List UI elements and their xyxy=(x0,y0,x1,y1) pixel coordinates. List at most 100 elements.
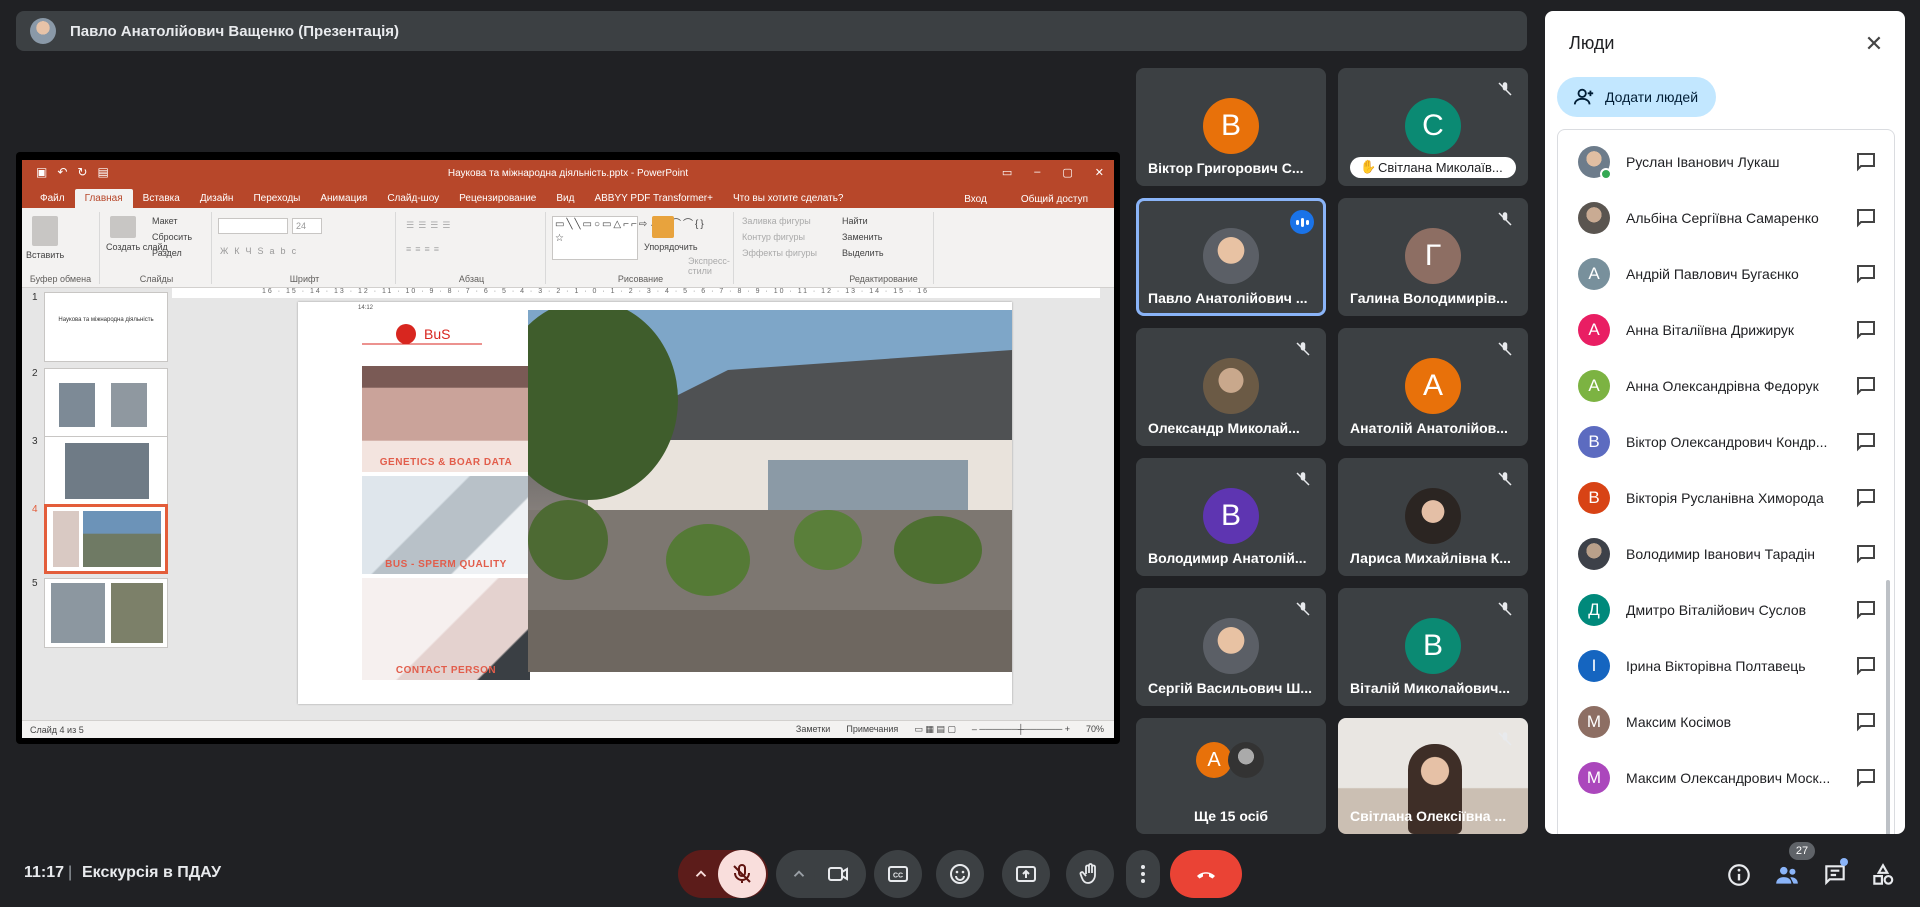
shapes-gallery[interactable]: ▭╲╲▭○▭△⌐⌐⇨⇩▭⌒⌒{}☆ xyxy=(552,216,704,260)
participant-tile[interactable]: В Володимир Анатолій... xyxy=(1136,458,1326,576)
tab-insert[interactable]: Вставка xyxy=(133,189,190,208)
present-screen-button[interactable] xyxy=(1002,850,1050,898)
chat-icon[interactable] xyxy=(1854,598,1878,622)
slide-thumbnail-3[interactable] xyxy=(44,436,168,506)
list-item[interactable]: В Вікторія Русланівна Химорода xyxy=(1558,470,1894,526)
verified-badge-icon xyxy=(1600,168,1612,180)
tab-slideshow[interactable]: Слайд-шоу xyxy=(377,189,449,208)
participant-tile[interactable]: Олександр Миколай... xyxy=(1136,328,1326,446)
list-item[interactable]: Володимир Іванович Тарадін xyxy=(1558,526,1894,582)
minimize-icon[interactable]: – xyxy=(1034,166,1040,179)
participant-tile-speaking[interactable]: Павло Анатолійович ... xyxy=(1136,198,1326,316)
add-people-button[interactable]: Додати людей xyxy=(1557,77,1717,117)
chat-icon[interactable] xyxy=(1854,150,1878,174)
tab-design[interactable]: Дизайн xyxy=(190,189,244,208)
comments-button[interactable]: Примечания xyxy=(846,724,898,735)
list-item[interactable]: А Анна Віталіївна Дрижирук xyxy=(1558,302,1894,358)
list-item[interactable]: М Максим Косімов xyxy=(1558,694,1894,750)
chat-icon[interactable] xyxy=(1854,374,1878,398)
more-options-button[interactable] xyxy=(1126,850,1160,898)
participant-tile[interactable]: Сергій Васильович Ш... xyxy=(1136,588,1326,706)
people-icon[interactable] xyxy=(1774,862,1800,888)
effects-button[interactable]: Эффекты фигуры xyxy=(742,248,817,258)
list-item[interactable]: Руслан Іванович Лукаш xyxy=(1558,134,1894,190)
tell-me-search[interactable]: Что вы хотите сделать? xyxy=(723,189,854,208)
chat-icon[interactable] xyxy=(1854,654,1878,678)
raise-hand-button[interactable] xyxy=(1066,850,1114,898)
arrange-icon[interactable] xyxy=(652,216,674,238)
tab-abbyy[interactable]: ABBYY PDF Transformer+ xyxy=(584,189,722,208)
activities-icon[interactable] xyxy=(1870,862,1896,888)
leave-call-button[interactable] xyxy=(1170,850,1242,898)
slide-thumbnail-2[interactable] xyxy=(44,368,168,438)
replace-button[interactable]: Заменить xyxy=(842,232,882,242)
chat-icon[interactable] xyxy=(1854,766,1878,790)
list-item[interactable]: А Андрій Павлович Бугаєнко xyxy=(1558,246,1894,302)
notes-button[interactable]: Заметки xyxy=(796,724,830,735)
list-item[interactable]: М Максим Олександрович Моск... xyxy=(1558,750,1894,806)
more-participants-tile[interactable]: А Ще 15 осіб xyxy=(1136,718,1326,834)
info-icon[interactable] xyxy=(1726,862,1752,888)
chat-icon[interactable] xyxy=(1854,318,1878,342)
tab-home[interactable]: Главная xyxy=(74,189,133,208)
chat-icon[interactable] xyxy=(1854,710,1878,734)
new-slide-icon[interactable] xyxy=(110,216,136,238)
slide-thumbnail-4[interactable] xyxy=(44,504,168,574)
chat-icon[interactable] xyxy=(1854,542,1878,566)
participant-tile[interactable]: Г Галина Володимирів... xyxy=(1338,198,1528,316)
participant-tile[interactable]: С Світлана Миколаїв... ✋ xyxy=(1338,68,1528,186)
close-icon[interactable]: ✕ xyxy=(1861,31,1887,57)
list-item[interactable]: Альбіна Сергіївна Самаренко xyxy=(1558,190,1894,246)
tab-file[interactable]: Файл xyxy=(30,189,75,208)
mic-toggle-button[interactable] xyxy=(718,850,766,898)
section-button[interactable]: Раздел xyxy=(152,248,182,258)
list-item[interactable]: В Віктор Олександрович Кондр... xyxy=(1558,414,1894,470)
reset-button[interactable]: Сбросить xyxy=(152,232,192,242)
captions-button[interactable]: CC xyxy=(874,850,922,898)
slide-thumbnail-5[interactable] xyxy=(44,578,168,648)
font-format-icons[interactable]: ЖКЧSabc xyxy=(220,246,302,256)
maximize-icon[interactable]: ▢ xyxy=(1062,166,1072,179)
arrange-button[interactable]: Упорядочить xyxy=(644,242,698,252)
chat-icon[interactable] xyxy=(1854,262,1878,286)
chat-icon[interactable] xyxy=(1854,486,1878,510)
zoom-slider[interactable]: – ──────┼────── + xyxy=(972,724,1070,735)
list-item[interactable]: Д Дмитро Віталійович Суслов xyxy=(1558,582,1894,638)
list-item[interactable]: І Ірина Вікторівна Полтавець xyxy=(1558,638,1894,694)
font-size-input[interactable]: 24 xyxy=(292,218,322,234)
select-button[interactable]: Выделить xyxy=(842,248,884,258)
view-icons[interactable]: ▭ ▦ ▤ ▢ xyxy=(914,724,956,735)
tab-review[interactable]: Рецензирование xyxy=(449,189,546,208)
participant-tile[interactable]: Лариса Михайлівна К... xyxy=(1338,458,1528,576)
tab-view[interactable]: Вид xyxy=(546,189,584,208)
participant-tile[interactable]: А Анатолій Анатолійов... xyxy=(1338,328,1528,446)
list-icons[interactable]: ☰☰☰☰ xyxy=(406,220,454,231)
share-button[interactable]: Общий доступ xyxy=(1011,190,1098,209)
chat-icon[interactable] xyxy=(1854,430,1878,454)
reactions-button[interactable] xyxy=(936,850,984,898)
paste-button[interactable]: Вставить xyxy=(26,250,64,260)
participant-tile[interactable]: В Віктор Григорович С... xyxy=(1136,68,1326,186)
camera-toggle-button[interactable] xyxy=(814,850,862,898)
sign-in-link[interactable]: Вход xyxy=(954,190,997,209)
paste-icon[interactable] xyxy=(32,216,58,246)
chat-icon[interactable] xyxy=(1854,206,1878,230)
participant-tile-video[interactable]: Світлана Олексіївна ... xyxy=(1338,718,1528,834)
ribbon-display-icon[interactable]: ▭ xyxy=(1002,166,1012,179)
zoom-level[interactable]: 70% xyxy=(1086,724,1104,735)
slide-thumbnail-1[interactable]: Наукова та міжнародна діяльність xyxy=(44,292,168,362)
current-slide[interactable]: 14:12 BuS GENETICS & BOAR DATA BUS - SPE… xyxy=(298,302,1012,704)
find-button[interactable]: Найти xyxy=(842,216,868,226)
align-icons[interactable]: ≡≡≡≡ xyxy=(406,244,443,254)
fill-button[interactable]: Заливка фигуры xyxy=(742,216,811,226)
tab-animation[interactable]: Анимация xyxy=(310,189,377,208)
close-icon[interactable]: ✕ xyxy=(1095,166,1104,179)
layout-button[interactable]: Макет xyxy=(152,216,177,226)
outline-button[interactable]: Контур фигуры xyxy=(742,232,805,242)
list-item[interactable]: А Анна Олександрівна Федорук xyxy=(1558,358,1894,414)
tab-transitions[interactable]: Переходы xyxy=(243,189,310,208)
express-styles-button[interactable]: Экспресс-стили xyxy=(688,256,732,276)
people-scrollbar[interactable] xyxy=(1886,580,1890,834)
font-name-input[interactable] xyxy=(218,218,288,234)
participant-tile[interactable]: В Віталій Миколайович... xyxy=(1338,588,1528,706)
